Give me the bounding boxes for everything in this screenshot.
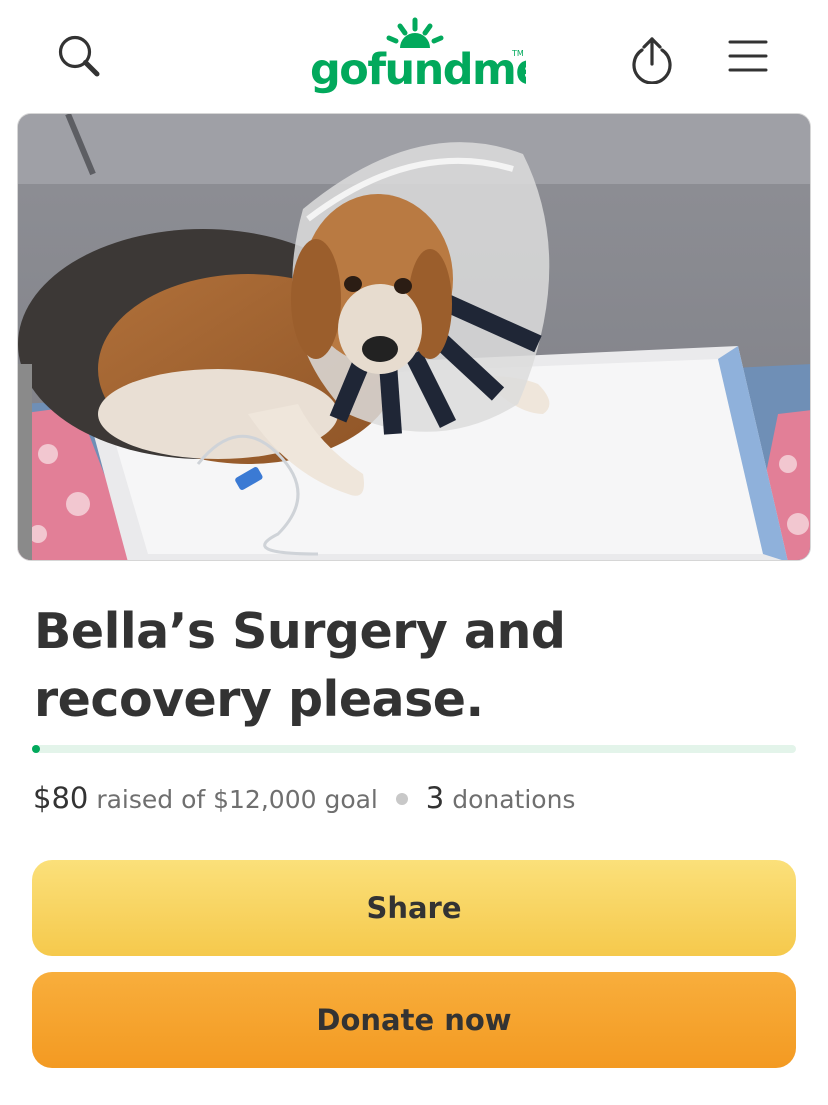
upload-share-icon[interactable]	[626, 32, 678, 85]
donate-now-button[interactable]: Donate now	[32, 972, 796, 1068]
gofundme-logo[interactable]: gofundme TM	[306, 16, 545, 96]
svg-text:gofundme: gofundme	[310, 45, 526, 95]
fundraising-stats: $80 raised of $12,000 goal 3 donations	[33, 778, 575, 818]
hamburger-menu-icon[interactable]	[720, 32, 776, 82]
fundraising-progress-bar	[32, 745, 796, 753]
progress-bar-fill	[32, 745, 40, 753]
share-button[interactable]: Share	[32, 860, 796, 956]
top-bar: gofundme TM	[0, 0, 828, 112]
search-icon[interactable]	[52, 30, 106, 84]
raised-amount: $80	[33, 781, 89, 815]
raised-goal-text: raised of $12,000 goal	[96, 785, 378, 814]
donation-label: donations	[452, 785, 576, 814]
campaign-title: Bella’s Surgery and recovery please.	[34, 603, 566, 728]
svg-text:TM: TM	[511, 49, 524, 58]
separator-dot	[395, 793, 408, 805]
campaign-hero-image[interactable]	[17, 113, 811, 561]
donation-count: 3	[425, 781, 445, 815]
